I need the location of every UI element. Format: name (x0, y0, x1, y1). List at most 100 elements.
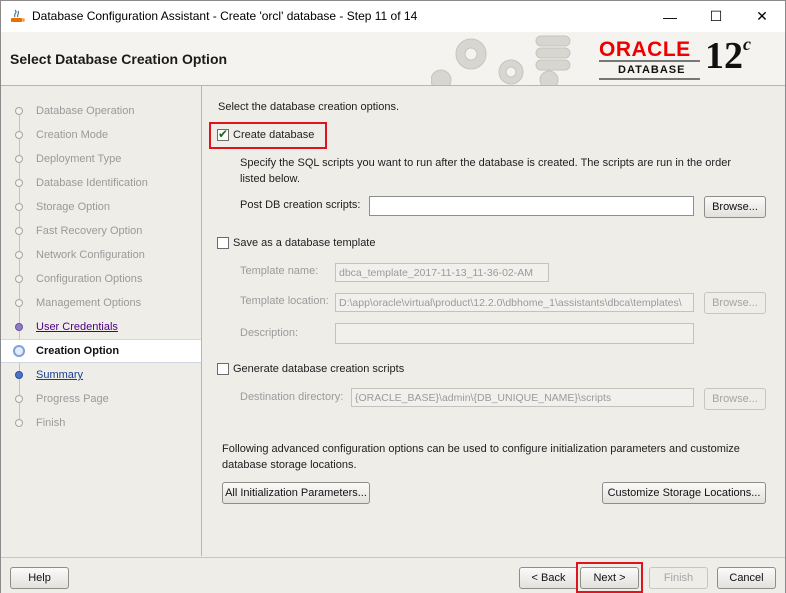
finish-button[interactable]: Finish (649, 567, 708, 589)
template-location-value: D:\app\oracle\virtual\product\12.2.0\dbh… (339, 297, 682, 309)
step-label: Configuration Options (36, 273, 143, 285)
browse-destination-button[interactable]: Browse... (704, 388, 766, 410)
checkmark-icon: ✔ (218, 127, 229, 141)
destination-directory-label: Destination directory: (240, 391, 344, 403)
step-dot-icon (15, 299, 23, 307)
template-location-input[interactable]: D:\app\oracle\virtual\product\12.2.0\dbh… (335, 293, 694, 312)
advanced-options-text-line1: Following advanced configuration options… (222, 443, 740, 455)
step-label[interactable]: User Credentials (36, 321, 118, 333)
step-dot-icon (15, 107, 23, 115)
oracle-logo-text: ORACLE (599, 38, 691, 61)
step-dot-icon (15, 419, 23, 427)
step-user-credentials[interactable]: User Credentials (1, 316, 201, 340)
step-label: Management Options (36, 297, 142, 309)
template-name-label: Template name: (240, 265, 319, 277)
step-label: Database Operation (36, 105, 135, 117)
customize-storage-button[interactable]: Customize Storage Locations... (602, 482, 766, 504)
generate-scripts-checkbox[interactable] (217, 363, 229, 375)
create-db-description-line2: listed below. (240, 173, 300, 185)
back-button[interactable]: < Back (519, 567, 578, 589)
step-fast-recovery-option: Fast Recovery Option (1, 220, 201, 244)
create-db-description-line1: Specify the SQL scripts you want to run … (240, 157, 731, 169)
step-progress-page: Progress Page (1, 388, 201, 412)
title-bar: Database Configuration Assistant - Creat… (1, 1, 785, 32)
browse-scripts-button[interactable]: Browse... (704, 196, 766, 218)
step-creation-option: Creation Option (1, 339, 201, 363)
step-label[interactable]: Summary (36, 369, 83, 381)
advanced-options-text-line2: database storage locations. (222, 459, 357, 471)
steps-sidebar: Database Operation Creation Mode Deploym… (1, 86, 202, 556)
step-label: Database Identification (36, 177, 148, 189)
next-button[interactable]: Next > (580, 567, 639, 589)
post-scripts-label: Post DB creation scripts: (240, 199, 361, 211)
step-finish: Finish (1, 412, 201, 436)
maximize-button[interactable]: ☐ (693, 1, 739, 32)
dbca-window: Database Configuration Assistant - Creat… (0, 0, 786, 593)
step-creation-mode: Creation Mode (1, 124, 201, 148)
destination-directory-value: {ORACLE_BASE}\admin\{DB_UNIQUE_NAME}\scr… (355, 392, 612, 404)
step-dot-icon (15, 203, 23, 211)
save-template-checkbox[interactable] (217, 237, 229, 249)
step-management-options: Management Options (1, 292, 201, 316)
step-dot-icon (15, 275, 23, 283)
current-step-icon (13, 345, 25, 357)
main-content: Select the database creation options. ✔ … (202, 86, 785, 556)
step-label: Deployment Type (36, 153, 122, 165)
step-label: Creation Option (36, 345, 120, 357)
minimize-icon: — (663, 8, 677, 25)
step-summary[interactable]: Summary (1, 364, 201, 388)
close-icon: ✕ (756, 8, 768, 24)
browse-template-location-button[interactable]: Browse... (704, 292, 766, 314)
java-app-icon (11, 9, 25, 22)
destination-directory-input[interactable]: {ORACLE_BASE}\admin\{DB_UNIQUE_NAME}\scr… (351, 388, 694, 407)
step-dot-icon (15, 155, 23, 163)
step-label: Progress Page (36, 393, 109, 405)
step-dot-icon (15, 179, 23, 187)
cancel-button[interactable]: Cancel (717, 567, 776, 589)
template-location-label: Template location: (240, 295, 329, 307)
logo-divider (599, 60, 700, 62)
page-header: Select Database Creation Option ORACLE D… (1, 32, 785, 86)
step-dot-icon (15, 251, 23, 259)
gears-decoration-icon (431, 35, 571, 85)
version-number: 12 (705, 35, 743, 77)
step-dot-icon (15, 227, 23, 235)
logo-divider-bottom (599, 78, 700, 80)
step-network-configuration: Network Configuration (1, 244, 201, 268)
version-suffix: c (743, 34, 751, 54)
window-title: Database Configuration Assistant - Creat… (32, 9, 418, 23)
template-name-input[interactable]: dbca_template_2017-11-13_11-36-02-AM (335, 263, 549, 282)
step-label: Fast Recovery Option (36, 225, 143, 237)
step-dot-icon (15, 371, 23, 379)
maximize-icon: ☐ (709, 8, 723, 24)
step-label: Storage Option (36, 201, 110, 213)
description-label: Description: (240, 327, 299, 339)
minimize-button[interactable]: — (647, 1, 693, 32)
close-button[interactable]: ✕ (739, 1, 785, 32)
step-database-identification: Database Identification (1, 172, 201, 196)
all-init-parameters-button[interactable]: All Initialization Parameters... (222, 482, 370, 504)
description-input[interactable] (335, 323, 694, 344)
template-name-value: dbca_template_2017-11-13_11-36-02-AM (339, 267, 533, 279)
footer-bar: Help < Back Next > Finish Cancel (1, 557, 785, 593)
step-dot-icon (15, 395, 23, 403)
intro-text: Select the database creation options. (218, 101, 400, 113)
help-button[interactable]: Help (10, 567, 69, 589)
step-deployment-type: Deployment Type (1, 148, 201, 172)
step-configuration-options: Configuration Options (1, 268, 201, 292)
step-label: Finish (36, 417, 66, 429)
generate-scripts-label[interactable]: Generate database creation scripts (233, 363, 404, 375)
save-template-label[interactable]: Save as a database template (233, 237, 375, 249)
create-database-label[interactable]: Create database (233, 129, 314, 141)
step-label: Network Configuration (36, 249, 145, 261)
oracle-logo-database: DATABASE (618, 64, 686, 76)
step-storage-option: Storage Option (1, 196, 201, 220)
oracle-version-logo: 12c (705, 34, 751, 78)
step-database-operation: Database Operation (1, 100, 201, 124)
step-dot-icon (15, 131, 23, 139)
page-title: Select Database Creation Option (10, 51, 228, 67)
create-database-checkbox[interactable]: ✔ (217, 127, 229, 141)
step-dot-icon (15, 323, 23, 331)
step-label: Creation Mode (36, 129, 109, 141)
post-scripts-input[interactable] (369, 196, 694, 216)
